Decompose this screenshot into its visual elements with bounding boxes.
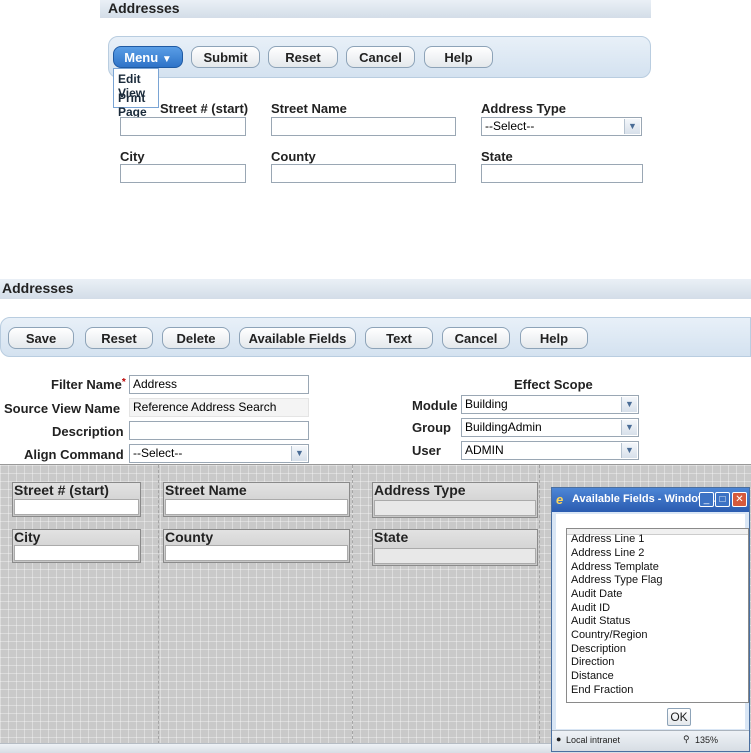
reset-button[interactable]: Reset <box>268 46 338 68</box>
canvas-field-street-num[interactable]: Street # (start) <box>12 482 141 517</box>
ok-button[interactable]: OK <box>667 708 691 726</box>
module-value: Building <box>465 397 508 411</box>
module-select[interactable]: Building ▼ <box>461 395 639 414</box>
bottom-toolbar: Save Reset Delete Available Fields Text … <box>0 317 751 357</box>
chevron-down-icon: ▼ <box>161 54 172 65</box>
top-toolbar: Menu ▼ Submit Reset Cancel Help <box>108 36 651 78</box>
list-item[interactable]: Address Template <box>571 561 659 573</box>
user-value: ADMIN <box>465 443 504 457</box>
list-item[interactable]: Audit Date <box>571 588 622 600</box>
available-fields-button[interactable]: Available Fields <box>239 327 356 349</box>
county-label: County <box>271 149 316 164</box>
canvas-column-divider <box>158 465 159 744</box>
available-fields-list[interactable]: Address Line 1 Address Line 2 Address Te… <box>566 528 749 703</box>
chevron-down-icon: ▼ <box>621 397 637 412</box>
description-label: Description <box>52 424 124 439</box>
list-item[interactable]: Address Line 2 <box>571 547 644 559</box>
zone-label: Local intranet <box>566 735 621 745</box>
window-status-bar: ● Local intranet ⚲ 135% <box>552 730 749 751</box>
state-label: State <box>481 149 513 164</box>
chevron-down-icon: ▼ <box>621 443 637 458</box>
align-command-label: Align Command <box>24 447 124 462</box>
save-button[interactable]: Save <box>8 327 74 349</box>
group-value: BuildingAdmin <box>465 420 542 434</box>
canvas-field-state[interactable]: State <box>372 529 538 566</box>
help-button[interactable]: Help <box>520 327 588 349</box>
delete-button[interactable]: Delete <box>162 327 230 349</box>
list-item[interactable]: Audit Status <box>571 615 630 627</box>
available-fields-window: e Available Fields - Window... _ □ ✕ Add… <box>551 487 750 752</box>
menu-button-label: Menu <box>124 50 159 65</box>
address-type-label: Address Type <box>481 101 567 116</box>
globe-icon: ● <box>556 734 562 744</box>
window-title-bar[interactable]: e Available Fields - Window... _ □ ✕ <box>552 488 749 512</box>
submit-button[interactable]: Submit <box>191 46 260 68</box>
module-label: Module <box>412 398 458 413</box>
list-item[interactable]: Distance <box>571 670 614 682</box>
description-input[interactable] <box>129 421 309 440</box>
top-page-title: Addresses <box>108 0 180 16</box>
canvas-field-street-name[interactable]: Street Name <box>163 482 350 517</box>
filter-name-input[interactable]: Address <box>129 375 309 394</box>
city-label: City <box>120 149 145 164</box>
address-type-value: --Select-- <box>485 119 535 133</box>
list-item[interactable]: Description <box>571 643 626 655</box>
list-item[interactable]: End Fraction <box>571 684 633 696</box>
align-command-select[interactable]: --Select-- ▼ <box>129 444 309 463</box>
list-item[interactable]: Address Line 1 <box>571 533 644 545</box>
chevron-down-icon: ▼ <box>291 446 307 461</box>
help-button[interactable]: Help <box>424 46 493 68</box>
text-button[interactable]: Text <box>365 327 433 349</box>
menu-button[interactable]: Menu ▼ <box>113 46 183 68</box>
effect-scope-label: Effect Scope <box>514 377 593 392</box>
list-item[interactable]: Country/Region <box>571 629 647 641</box>
chevron-down-icon: ▼ <box>624 119 640 134</box>
required-mark: * <box>121 377 126 388</box>
canvas-column-divider <box>539 465 540 744</box>
window-title: Available Fields - Window... <box>572 493 716 505</box>
list-item[interactable]: Direction <box>571 656 614 668</box>
chevron-down-icon: ▼ <box>621 420 637 435</box>
street-num-label: Street # (start) <box>160 101 249 116</box>
align-command-value: --Select-- <box>133 446 183 460</box>
zoom-icon[interactable]: ⚲ <box>683 734 690 745</box>
minimize-icon[interactable]: _ <box>699 492 714 507</box>
menu-dropdown: Edit View Print Page <box>113 68 159 119</box>
canvas-column-divider <box>352 465 353 744</box>
source-view-value: Reference Address Search <box>129 398 309 417</box>
address-type-select[interactable]: --Select-- ▼ <box>481 117 642 136</box>
ie-icon: e <box>556 492 564 507</box>
menu-item-print-page[interactable]: Print Page <box>118 91 158 119</box>
reset-button[interactable]: Reset <box>85 327 153 349</box>
maximize-icon[interactable]: □ <box>715 492 730 507</box>
cancel-button[interactable]: Cancel <box>442 327 510 349</box>
user-select[interactable]: ADMIN ▼ <box>461 441 639 460</box>
list-item[interactable]: Audit ID <box>571 602 610 614</box>
user-label: User <box>412 443 441 458</box>
group-select[interactable]: BuildingAdmin ▼ <box>461 418 639 437</box>
state-input[interactable] <box>481 164 643 183</box>
cancel-button[interactable]: Cancel <box>346 46 415 68</box>
county-input[interactable] <box>271 164 456 183</box>
street-num-input[interactable] <box>120 117 246 136</box>
zoom-level[interactable]: 135% <box>695 735 718 745</box>
canvas-field-county[interactable]: County <box>163 529 350 563</box>
source-view-label: Source View Name <box>4 401 121 416</box>
street-name-label: Street Name <box>271 101 347 116</box>
bottom-page-title: Addresses <box>2 280 74 296</box>
group-label: Group <box>412 420 451 435</box>
bottom-title-bar: Addresses <box>0 279 751 299</box>
top-title-bar: Addresses <box>100 0 651 18</box>
city-input[interactable] <box>120 164 246 183</box>
canvas-field-city[interactable]: City <box>12 529 141 563</box>
close-icon[interactable]: ✕ <box>732 492 747 507</box>
street-name-input[interactable] <box>271 117 456 136</box>
canvas-field-address-type[interactable]: Address Type <box>372 482 538 518</box>
list-item[interactable]: Address Type Flag <box>571 574 663 586</box>
filter-name-label: Filter Name* <box>51 377 126 392</box>
